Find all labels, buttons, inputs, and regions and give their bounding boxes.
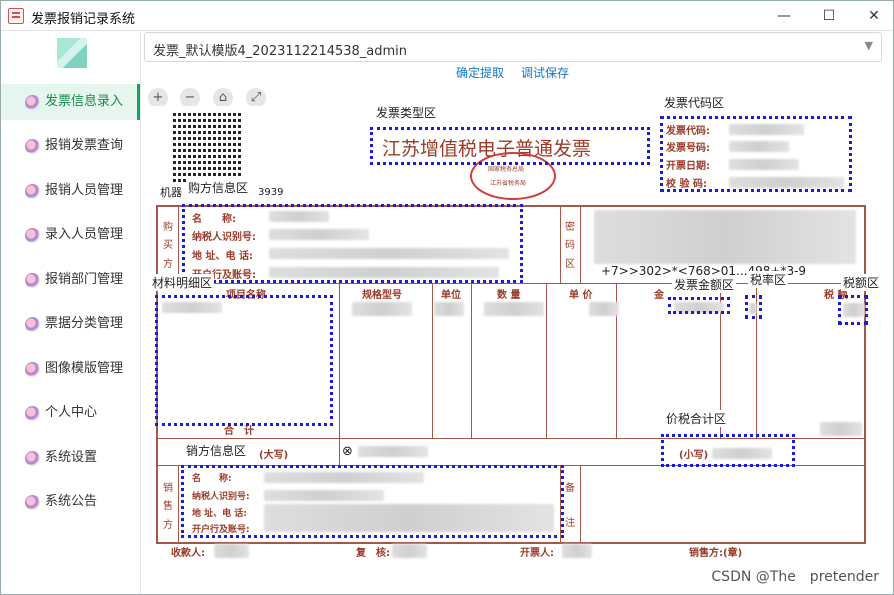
zoom-out-icon[interactable]: − — [180, 88, 200, 108]
confirm-extract-link[interactable]: 确定提取 — [456, 64, 504, 81]
feather-icon — [25, 451, 40, 466]
invoice-canvas[interactable]: 机器 3939 江苏增值税电子普通发票 国家税务总局 江苏省税务局 发票代码: … — [144, 94, 882, 594]
flower-icon — [25, 273, 40, 288]
app-logo — [57, 38, 87, 68]
window-title: 发票报销记录系统 — [31, 12, 136, 27]
feather-icon — [25, 406, 40, 421]
sidebar-item-entry-user-mgmt[interactable]: 录入人员管理 — [1, 217, 140, 253]
sidebar-item-category-mgmt[interactable]: 票据分类管理 — [1, 306, 140, 342]
flower-icon — [25, 228, 40, 243]
region-box-amount[interactable] — [668, 297, 730, 314]
machine-label: 机器 — [160, 186, 182, 199]
region-label-total: 价税合计区 — [664, 410, 729, 427]
sidebar-item-reimburser-mgmt[interactable]: 报销人员管理 — [1, 173, 140, 209]
minimize-button[interactable]: — — [767, 5, 801, 27]
fit-icon[interactable]: ⤢ — [246, 88, 266, 108]
sidebar-item-announcements[interactable]: 系统公告 — [1, 484, 140, 520]
region-label-buyer: 购方信息区 — [186, 179, 251, 196]
maximize-button[interactable]: ☐ — [812, 5, 846, 27]
region-label-items: 材料明细区 — [150, 274, 215, 291]
region-box-items[interactable] — [155, 295, 333, 426]
circle-x-icon: ⊗ — [342, 444, 353, 459]
region-label-amount: 发票金额区 — [672, 276, 737, 293]
region-box-buyer[interactable] — [182, 204, 523, 283]
template-select-value: 发票_默认模版4_2023112214538_admin — [153, 44, 408, 59]
feather-icon — [25, 362, 40, 377]
sidebar-item-profile[interactable]: 个人中心 — [1, 395, 140, 431]
flower-icon — [25, 317, 40, 332]
title-bar: 发票报销记录系统 — ☐ ✕ — [1, 1, 893, 31]
home-icon[interactable]: ⌂ — [213, 88, 233, 108]
sidebar-item-department-mgmt[interactable]: 报销部门管理 — [1, 262, 140, 298]
region-label-seller: 销方信息区 — [184, 442, 249, 459]
region-box-invoice-code[interactable] — [660, 116, 852, 192]
debug-save-link[interactable]: 调试保存 — [521, 64, 569, 81]
sidebar-item-invoice-entry[interactable]: 发票信息录入 — [1, 84, 140, 120]
watermark-text: CSDN @The pretender — [711, 569, 879, 585]
flower-icon — [25, 139, 40, 154]
app-icon — [8, 8, 24, 24]
app-window: 发票报销记录系统 — ☐ ✕ 发票信息录入 报销发票查询 报销人员管理 录入人员… — [0, 0, 894, 595]
flower-icon — [25, 95, 40, 110]
region-label-tax-rate: 税率区 — [748, 271, 789, 288]
flower-icon — [25, 184, 40, 199]
template-select[interactable]: 发票_默认模版4_2023112214538_admin ▼ — [144, 32, 882, 62]
sidebar-item-template-mgmt[interactable]: 图像模版管理 — [1, 351, 140, 387]
sidebar-item-invoice-query[interactable]: 报销发票查询 — [1, 128, 140, 164]
region-label-invoice-code: 发票代码区 — [662, 94, 727, 111]
close-button[interactable]: ✕ — [857, 5, 891, 27]
chevron-down-icon: ▼ — [864, 39, 873, 52]
region-box-total[interactable] — [661, 434, 795, 467]
region-label-invoice-type: 发票类型区 — [374, 104, 439, 121]
qr-code — [171, 112, 241, 182]
machine-number: 3939 — [258, 187, 284, 198]
region-box-tax-amount[interactable] — [838, 295, 868, 325]
sidebar-item-settings[interactable]: 系统设置 — [1, 440, 140, 476]
region-box-seller[interactable] — [181, 465, 564, 538]
sidebar: 发票信息录入 报销发票查询 报销人员管理 录入人员管理 报销部门管理 票据分类管… — [1, 32, 141, 594]
region-box-tax-rate[interactable] — [745, 295, 762, 319]
region-label-tax-amount: 税额区 — [841, 274, 882, 291]
feather-icon — [25, 495, 40, 510]
region-box-invoice-type[interactable] — [370, 127, 650, 165]
zoom-in-icon[interactable]: + — [148, 88, 168, 108]
